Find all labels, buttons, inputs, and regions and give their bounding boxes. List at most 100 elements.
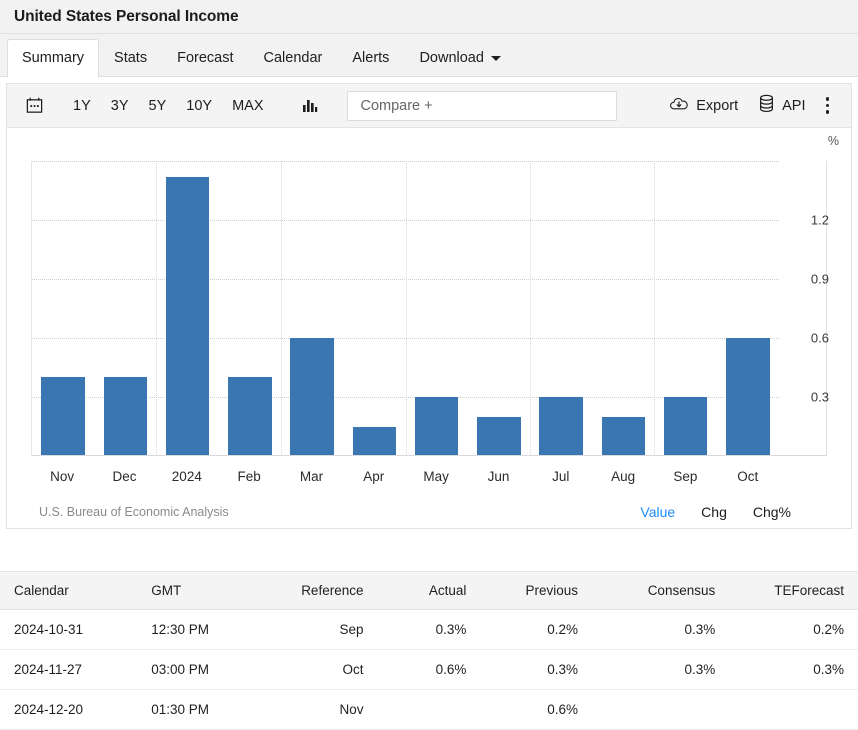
tab-download[interactable]: Download bbox=[404, 39, 516, 76]
cell-reference: Nov bbox=[257, 690, 377, 730]
x-tick-dec: Dec bbox=[93, 469, 155, 484]
cell-actual: 0.6% bbox=[377, 650, 480, 690]
table-row[interactable]: 2024-11-27 03:00 PM Oct 0.6% 0.3% 0.3% 0… bbox=[0, 650, 858, 690]
tab-alerts[interactable]: Alerts bbox=[337, 39, 404, 76]
cell-gmt: 03:00 PM bbox=[137, 650, 257, 690]
tab-bar: Summary Stats Forecast Calendar Alerts D… bbox=[0, 34, 858, 77]
cell-previous: 0.6% bbox=[480, 690, 592, 730]
cell-gmt: 12:30 PM bbox=[137, 610, 257, 650]
tab-calendar-label: Calendar bbox=[264, 50, 323, 66]
bar-slot bbox=[717, 161, 779, 456]
tab-calendar[interactable]: Calendar bbox=[249, 39, 338, 76]
chart-unit-label: % bbox=[828, 134, 839, 148]
bar-nov bbox=[41, 377, 85, 456]
chart-area: % bbox=[7, 128, 851, 528]
range-3y[interactable]: 3Y bbox=[101, 94, 139, 118]
bar-slot bbox=[468, 161, 530, 456]
cell-gmt: 01:30 PM bbox=[137, 690, 257, 730]
table-header-row: Calendar GMT Reference Actual Previous C… bbox=[0, 572, 858, 610]
page-header: United States Personal Income bbox=[0, 0, 858, 34]
y-tick-0-3: 0.3 bbox=[811, 390, 829, 405]
x-tick-2024: 2024 bbox=[156, 469, 218, 484]
col-header-previous[interactable]: Previous bbox=[480, 572, 592, 610]
x-tick-mar: Mar bbox=[280, 469, 342, 484]
calendar-icon[interactable] bbox=[19, 91, 49, 121]
x-tick-nov: Nov bbox=[31, 469, 93, 484]
range-1y[interactable]: 1Y bbox=[63, 94, 101, 118]
tab-forecast-label: Forecast bbox=[177, 50, 233, 66]
bar-slot bbox=[592, 161, 654, 456]
series-toggle-chgpct[interactable]: Chg% bbox=[753, 504, 791, 520]
col-header-gmt[interactable]: GMT bbox=[137, 572, 257, 610]
col-header-reference[interactable]: Reference bbox=[257, 572, 377, 610]
bar-apr bbox=[353, 427, 397, 457]
chart-toolbar: 1Y 3Y 5Y 10Y MAX Compare + bbox=[7, 84, 851, 128]
table-body: 2024-10-31 12:30 PM Sep 0.3% 0.2% 0.3% 0… bbox=[0, 610, 858, 730]
col-header-teforecast[interactable]: TEForecast bbox=[729, 572, 858, 610]
cell-actual: 0.3% bbox=[377, 610, 480, 650]
api-label: API bbox=[782, 98, 805, 114]
tab-stats-label: Stats bbox=[114, 50, 147, 66]
toolbar-right-group: Export API bbox=[659, 90, 839, 121]
bar-slot bbox=[655, 161, 717, 456]
x-tick-jul: Jul bbox=[530, 469, 592, 484]
table-row[interactable]: 2024-10-31 12:30 PM Sep 0.3% 0.2% 0.3% 0… bbox=[0, 610, 858, 650]
bar-slot bbox=[219, 161, 281, 456]
x-tick-aug: Aug bbox=[592, 469, 654, 484]
x-tick-may: May bbox=[405, 469, 467, 484]
chevron-down-icon bbox=[491, 56, 501, 61]
bar-may bbox=[415, 397, 459, 456]
export-button[interactable]: Export bbox=[659, 91, 748, 121]
tab-alerts-label: Alerts bbox=[352, 50, 389, 66]
bar-jul bbox=[539, 397, 583, 456]
x-axis-labels: Nov Dec 2024 Feb Mar Apr May Jun Jul Aug… bbox=[31, 469, 779, 484]
export-label: Export bbox=[696, 98, 738, 114]
range-10y[interactable]: 10Y bbox=[176, 94, 222, 118]
y-axis-labels: 0.3 0.6 0.9 1.2 bbox=[783, 161, 843, 456]
bar-aug bbox=[602, 417, 646, 456]
tab-download-label: Download bbox=[419, 50, 484, 66]
compare-input[interactable]: Compare + bbox=[347, 91, 617, 121]
cell-reference: Oct bbox=[257, 650, 377, 690]
y-tick-1-2: 1.2 bbox=[811, 213, 829, 228]
database-icon bbox=[758, 94, 775, 117]
bar-slot bbox=[157, 161, 219, 456]
col-header-actual[interactable]: Actual bbox=[377, 572, 480, 610]
calendar-table-wrapper: Calendar GMT Reference Actual Previous C… bbox=[0, 571, 858, 730]
x-tick-apr: Apr bbox=[343, 469, 405, 484]
cell-consensus: 0.3% bbox=[592, 650, 729, 690]
chart-source: U.S. Bureau of Economic Analysis bbox=[39, 505, 229, 519]
bar-jun bbox=[477, 417, 521, 456]
tab-stats[interactable]: Stats bbox=[99, 39, 162, 76]
cell-teforecast bbox=[729, 690, 858, 730]
table-row[interactable]: 2024-12-20 01:30 PM Nov 0.6% bbox=[0, 690, 858, 730]
cell-teforecast: 0.3% bbox=[729, 650, 858, 690]
cloud-download-icon bbox=[669, 95, 689, 117]
bar-chart-icon[interactable] bbox=[295, 91, 325, 121]
series-toggle-value[interactable]: Value bbox=[640, 504, 675, 520]
api-button[interactable]: API bbox=[748, 90, 815, 121]
bar-2024 bbox=[166, 177, 210, 456]
cell-reference: Sep bbox=[257, 610, 377, 650]
bar-series bbox=[32, 161, 779, 456]
series-toggle-chg[interactable]: Chg bbox=[701, 504, 727, 520]
col-header-consensus[interactable]: Consensus bbox=[592, 572, 729, 610]
range-5y[interactable]: 5Y bbox=[139, 94, 177, 118]
cell-previous: 0.3% bbox=[480, 650, 592, 690]
x-tick-jun: Jun bbox=[467, 469, 529, 484]
cell-calendar: 2024-10-31 bbox=[0, 610, 137, 650]
cell-calendar: 2024-12-20 bbox=[0, 690, 137, 730]
x-tick-oct: Oct bbox=[717, 469, 779, 484]
kebab-menu-icon[interactable] bbox=[816, 91, 840, 120]
col-header-calendar[interactable]: Calendar bbox=[0, 572, 137, 610]
tab-forecast[interactable]: Forecast bbox=[162, 39, 248, 76]
bar-slot bbox=[406, 161, 468, 456]
chart-card: 1Y 3Y 5Y 10Y MAX Compare + bbox=[6, 83, 852, 529]
table-header: Calendar GMT Reference Actual Previous C… bbox=[0, 572, 858, 610]
bar-slot bbox=[94, 161, 156, 456]
bar-sep bbox=[664, 397, 708, 456]
tab-summary[interactable]: Summary bbox=[7, 39, 99, 76]
range-max[interactable]: MAX bbox=[222, 94, 273, 118]
range-selector: 1Y 3Y 5Y 10Y MAX bbox=[63, 94, 273, 118]
x-tick-feb: Feb bbox=[218, 469, 280, 484]
